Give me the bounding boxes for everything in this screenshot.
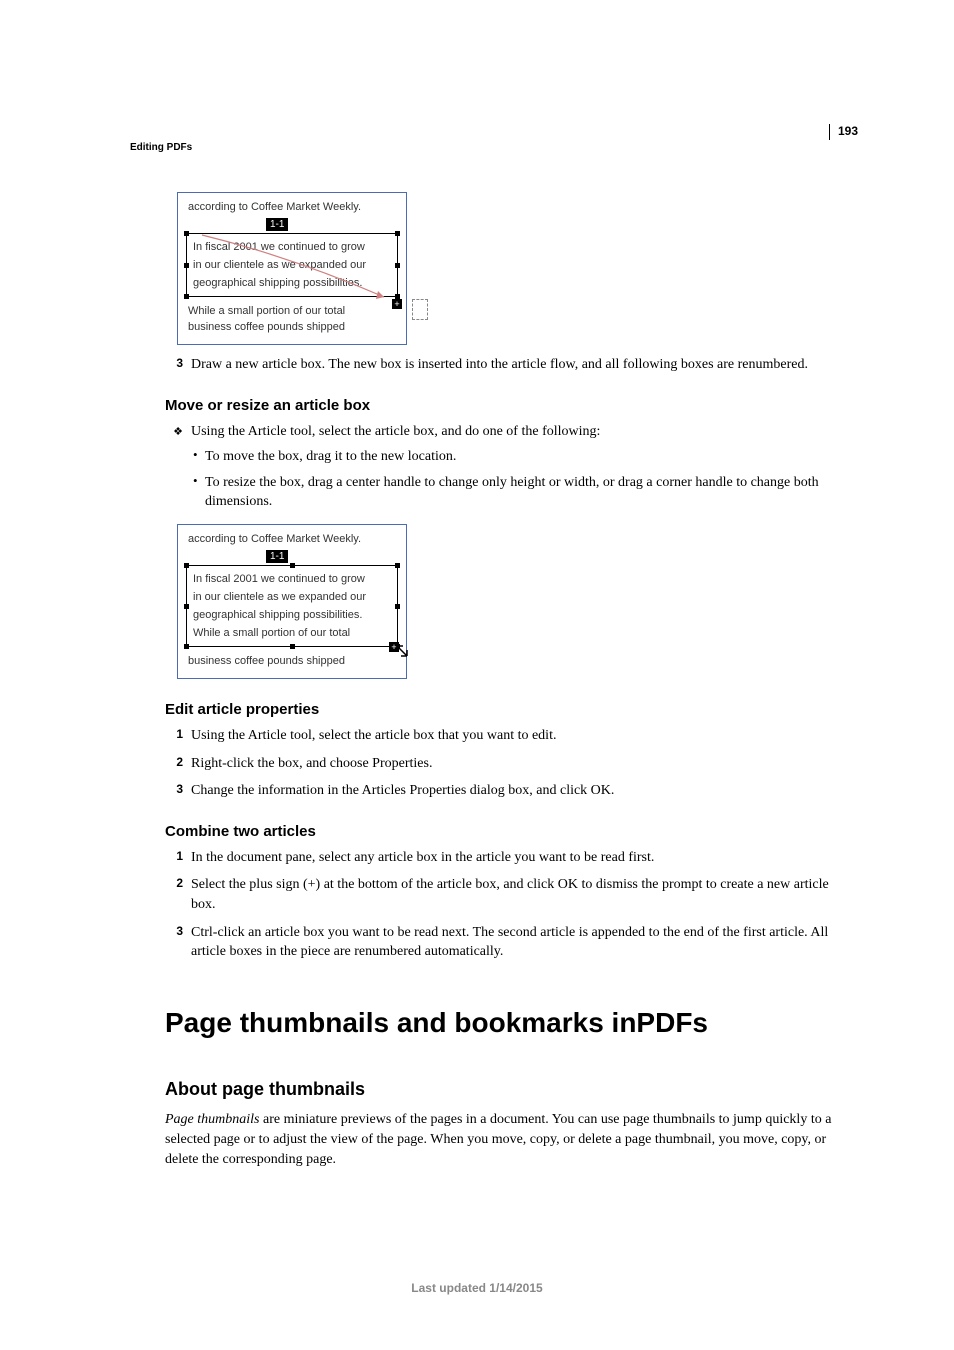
step-text: Ctrl-click an article box you want to be… — [191, 923, 855, 962]
step-text: Using the Article tool, select the artic… — [191, 726, 556, 746]
step-row: 2 Select the plus sign (+) at the bottom… — [165, 875, 855, 914]
pending-article-box-icon — [412, 299, 428, 320]
step-row: 1 Using the Article tool, select the art… — [165, 726, 855, 746]
fig1-bottom-line1: While a small portion of our total — [188, 303, 396, 319]
dot-bullet-icon: • — [193, 473, 205, 512]
handle-icon — [290, 644, 295, 649]
fig1-line3: geographical shipping possibilities. — [193, 274, 391, 292]
page-number: 193 — [829, 124, 858, 140]
fig2-line2: in our clientele as we expanded our — [193, 588, 391, 606]
article-box-tag: 1-1 — [266, 218, 288, 231]
footer-last-updated: Last updated 1/14/2015 — [0, 1281, 954, 1295]
step-text: Select the plus sign (+) at the bottom o… — [191, 875, 855, 914]
fig2-bottom: business coffee pounds shipped — [178, 649, 406, 674]
fig1-bottom: While a small portion of our total busin… — [178, 299, 406, 340]
handle-icon — [290, 563, 295, 568]
handle-icon — [184, 644, 189, 649]
step-number: 3 — [165, 923, 183, 962]
heading-about-page-thumbnails: About page thumbnails — [165, 1079, 855, 1100]
fig1-line2: in our clientele as we expanded our — [193, 256, 391, 274]
fig1-top-text: according to Coffee Market Weekly. — [178, 199, 406, 218]
fig1-line1: In fiscal 2001 we continued to grow — [193, 238, 391, 256]
step-row: 1 In the document pane, select any artic… — [165, 848, 855, 868]
diamond-bullet-icon: ❖ — [165, 422, 183, 442]
main-content: according to Coffee Market Weekly. 1-1 I… — [165, 192, 855, 1181]
article-box-tag: 1-1 — [266, 550, 288, 563]
handle-icon — [395, 231, 400, 236]
step-row: 3 Draw a new article box. The new box is… — [165, 355, 855, 375]
bullet-row: ❖ Using the Article tool, select the art… — [165, 422, 855, 442]
step-text: Right-click the box, and choose Properti… — [191, 754, 432, 774]
sub-bullet-row: • To resize the box, drag a center handl… — [193, 473, 855, 512]
italic-term: Page thumbnails — [165, 1112, 260, 1127]
figure-article-insert: according to Coffee Market Weekly. 1-1 I… — [177, 192, 407, 345]
fig2-top-text: according to Coffee Market Weekly. — [178, 531, 406, 550]
article-box-selected: In fiscal 2001 we continued to grow in o… — [186, 233, 398, 297]
plus-icon: + — [392, 299, 402, 309]
bullet-text: Using the Article tool, select the artic… — [191, 422, 600, 442]
step-number: 3 — [165, 355, 183, 375]
step-number: 3 — [165, 781, 183, 801]
step-number: 1 — [165, 726, 183, 746]
handle-icon — [395, 604, 400, 609]
step-number: 2 — [165, 754, 183, 774]
heading-move-resize: Move or resize an article box — [165, 397, 855, 414]
handle-icon — [184, 563, 189, 568]
fig2-bottom-line1: business coffee pounds shipped — [188, 653, 396, 669]
step-row: 2 Right-click the box, and choose Proper… — [165, 754, 855, 774]
step-number: 2 — [165, 875, 183, 914]
heading-page-thumbnails-bookmarks: Page thumbnails and bookmarks inPDFs — [165, 1007, 855, 1039]
handle-icon — [395, 263, 400, 268]
step-row: 3 Ctrl-click an article box you want to … — [165, 923, 855, 962]
para-text: are miniature previews of the pages in a… — [165, 1112, 831, 1168]
handle-icon — [184, 263, 189, 268]
fig1-bottom-line2: business coffee pounds shipped — [188, 319, 396, 335]
sub-bullet-text: To move the box, drag it to the new loca… — [205, 447, 456, 467]
fig2-line1: In fiscal 2001 we continued to grow — [193, 570, 391, 588]
breadcrumb: Editing PDFs — [130, 142, 192, 153]
sub-bullet-text: To resize the box, drag a center handle … — [205, 473, 855, 512]
heading-combine-articles: Combine two articles — [165, 823, 855, 840]
step-number: 1 — [165, 848, 183, 868]
handle-icon — [184, 231, 189, 236]
fig2-line3: geographical shipping possibilities. — [193, 606, 391, 624]
handle-icon — [395, 563, 400, 568]
sub-bullet-row: • To move the box, drag it to the new lo… — [193, 447, 855, 467]
step-text: Draw a new article box. The new box is i… — [191, 355, 808, 375]
article-box-selected: In fiscal 2001 we continued to grow in o… — [186, 565, 398, 647]
resize-cursor-icon — [395, 644, 411, 660]
dot-bullet-icon: • — [193, 447, 205, 467]
step-row: 3 Change the information in the Articles… — [165, 781, 855, 801]
heading-edit-properties: Edit article properties — [165, 701, 855, 718]
body-paragraph: Page thumbnails are miniature previews o… — [165, 1110, 855, 1171]
handle-icon — [184, 604, 189, 609]
step-text: Change the information in the Articles P… — [191, 781, 614, 801]
step-text: In the document pane, select any article… — [191, 848, 654, 868]
fig2-line4: While a small portion of our total — [193, 624, 391, 642]
figure-article-resize: according to Coffee Market Weekly. 1-1 I… — [177, 524, 407, 679]
